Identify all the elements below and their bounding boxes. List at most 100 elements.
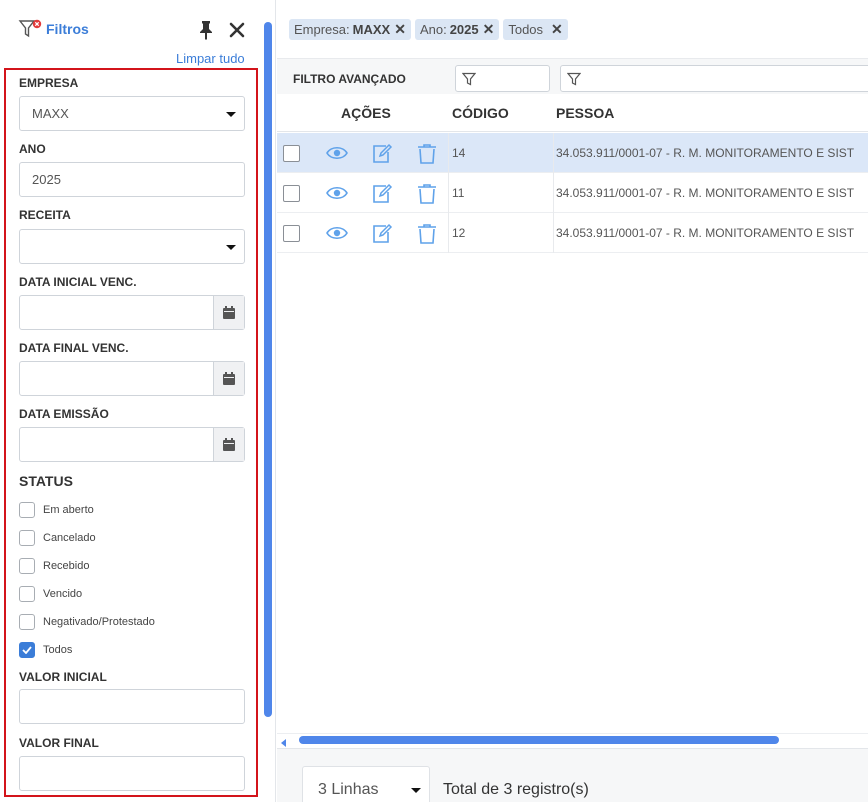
cell-pessoa: 34.053.911/0001-07 - R. M. MONITORAMENTO… (556, 186, 855, 200)
column-divider (448, 173, 449, 213)
status-option[interactable]: Todos (19, 642, 72, 658)
scrollbar-thumb[interactable] (299, 736, 779, 744)
status-option[interactable]: Vencido (19, 586, 82, 602)
advanced-filter-input-codigo[interactable] (455, 65, 550, 92)
remove-chip-icon[interactable]: ✕ (394, 21, 406, 38)
filter-clear-icon[interactable] (18, 18, 42, 40)
view-icon[interactable] (326, 183, 348, 203)
valor-final-label: VALOR FINAL (19, 736, 99, 750)
filter-icon (462, 72, 476, 86)
table-footer: 3 Linhas Total de 3 registro(s) (277, 748, 868, 802)
checkbox[interactable] (19, 614, 35, 630)
filter-sidebar: Filtros Limpar tudo EMPRESA MAXX ANO 202… (0, 0, 276, 802)
column-acoes[interactable]: AÇÕES (341, 105, 391, 121)
status-option-label: Vencido (43, 588, 83, 600)
cell-codigo: 11 (452, 186, 465, 200)
checkbox[interactable] (19, 558, 35, 574)
sidebar-header: Filtros (18, 18, 89, 40)
checkbox[interactable] (19, 502, 35, 518)
sidebar-title: Filtros (46, 21, 89, 37)
page-size-select[interactable]: 3 Linhas (302, 766, 430, 802)
trash-icon[interactable] (417, 143, 437, 165)
empresa-label: EMPRESA (19, 76, 79, 90)
chip-key: Empresa: (294, 22, 350, 37)
column-divider (448, 213, 449, 253)
checkbox[interactable] (19, 586, 35, 602)
column-divider (553, 133, 554, 173)
edit-icon[interactable] (371, 223, 393, 245)
view-icon[interactable] (326, 143, 348, 163)
chip-key: Todos (508, 22, 544, 37)
row-checkbox[interactable] (283, 225, 300, 242)
trash-icon[interactable] (417, 223, 437, 245)
status-option[interactable]: Recebido (19, 558, 89, 574)
close-icon[interactable] (228, 21, 246, 39)
sidebar-scrollbar[interactable] (264, 22, 272, 717)
check-icon (22, 646, 32, 654)
chip-value: MAXX (352, 22, 391, 37)
table-row[interactable]: 11 34.053.911/0001-07 - R. M. MONITORAME… (277, 173, 868, 213)
edit-icon[interactable] (371, 143, 393, 165)
data-inicial-input[interactable] (19, 295, 245, 330)
trash-icon[interactable] (417, 183, 437, 205)
calendar-button[interactable] (213, 362, 244, 395)
cell-codigo: 12 (452, 226, 466, 240)
status-option[interactable]: Cancelado (19, 530, 96, 546)
advanced-filter-bar: FILTRO AVANÇADO (277, 58, 868, 94)
filter-chip-todos[interactable]: Todos ✕ (503, 19, 568, 40)
empresa-select[interactable]: MAXX (19, 96, 245, 131)
ano-value: 2025 (32, 172, 61, 187)
column-codigo[interactable]: CÓDIGO (452, 105, 509, 121)
status-option[interactable]: Negativado/Protestado (19, 614, 155, 630)
ano-input[interactable]: 2025 (19, 162, 245, 197)
data-final-input[interactable] (19, 361, 245, 396)
view-icon[interactable] (326, 223, 348, 243)
page-size-value: 3 Linhas (318, 781, 379, 798)
filter-chip-ano[interactable]: Ano: 2025 ✕ (414, 19, 500, 40)
pin-icon[interactable] (197, 20, 215, 40)
calendar-icon (223, 306, 235, 319)
valor-inicial-label: VALOR INICIAL (19, 670, 107, 684)
calendar-button[interactable] (213, 428, 244, 461)
chevron-down-icon (226, 245, 236, 250)
total-records: Total de 3 registro(s) (443, 781, 589, 798)
row-checkbox[interactable] (283, 185, 300, 202)
table-row[interactable]: 12 34.053.911/0001-07 - R. M. MONITORAME… (277, 213, 868, 253)
status-option-label: Todos (43, 644, 73, 656)
checkbox-checked[interactable] (19, 642, 35, 658)
table-header: AÇÕES CÓDIGO PESSOA (277, 94, 868, 132)
horizontal-scrollbar[interactable] (277, 733, 868, 747)
data-inicial-label: DATA INICIAL VENC. (19, 275, 137, 289)
status-option[interactable]: Em aberto (19, 502, 94, 518)
receita-label: RECEITA (19, 208, 71, 222)
scroll-left-icon[interactable] (281, 739, 286, 747)
row-checkbox[interactable] (283, 145, 300, 162)
filter-panel: EMPRESA MAXX ANO 2025 RECEITA DATA INICI… (4, 68, 258, 797)
calendar-icon (223, 372, 235, 385)
receita-select[interactable] (19, 229, 245, 264)
data-emissao-input[interactable] (19, 427, 245, 462)
data-final-label: DATA FINAL VENC. (19, 341, 129, 355)
status-option-label: Recebido (43, 560, 90, 572)
table-row[interactable]: 14 34.053.911/0001-07 - R. M. MONITORAME… (277, 133, 868, 173)
chip-key: Ano: (419, 22, 447, 37)
checkbox[interactable] (19, 530, 35, 546)
remove-chip-icon[interactable]: ✕ (483, 21, 495, 38)
edit-icon[interactable] (371, 183, 393, 205)
calendar-button[interactable] (213, 296, 244, 329)
column-divider (448, 133, 449, 173)
data-emissao-label: DATA EMISSÃO (19, 407, 109, 421)
cell-pessoa: 34.053.911/0001-07 - R. M. MONITORAMENTO… (556, 146, 855, 160)
column-divider (553, 213, 554, 253)
column-pessoa[interactable]: PESSOA (556, 105, 614, 121)
status-option-label: Em aberto (43, 504, 94, 516)
clear-all-link[interactable]: Limpar tudo (176, 51, 245, 66)
ano-label: ANO (19, 142, 46, 156)
valor-final-input[interactable] (19, 756, 245, 791)
filter-chip-empresa[interactable]: Empresa: MAXX ✕ (289, 19, 411, 40)
remove-chip-icon[interactable]: ✕ (551, 21, 563, 38)
chevron-down-icon (226, 112, 236, 117)
status-option-label: Cancelado (43, 532, 96, 544)
valor-inicial-input[interactable] (19, 689, 245, 724)
advanced-filter-input-pessoa[interactable] (560, 65, 868, 92)
